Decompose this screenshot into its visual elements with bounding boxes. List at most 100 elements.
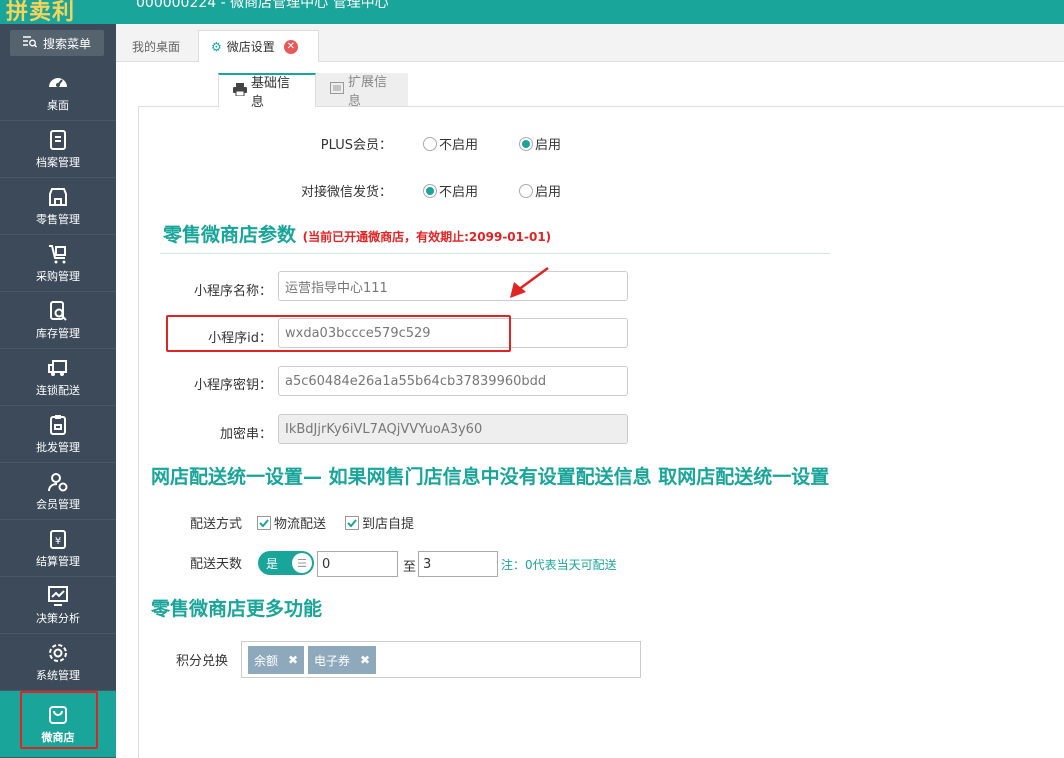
sidebar-item-inventory[interactable]: 库存管理: [0, 292, 116, 349]
retail-params-title: 零售微商店参数 (当前已开通微商店，有效期止:2099-01-01): [163, 220, 551, 247]
cart-icon: [49, 245, 66, 264]
sidebar-item-label: 会员管理: [36, 498, 80, 511]
member-icon: [48, 473, 68, 492]
wechat-on-radio[interactable]: 启用: [519, 181, 561, 200]
sidebar-item-label: 连锁配送: [36, 384, 80, 397]
delivery-days-toggle[interactable]: 是 ☰: [258, 551, 314, 575]
delivery-days-note: 注：0代表当天可配送: [501, 558, 617, 572]
tab-desktop-label: 我的桌面: [132, 39, 181, 54]
tab-shop-settings[interactable]: ⚙ 微店设置 ✕: [198, 30, 319, 62]
miniapp-secret-input[interactable]: a5c60484e26a1a55b64cb37839960bdd: [278, 366, 628, 396]
highlight-box-miniapp-id: [166, 315, 511, 352]
sidebar-item-archive[interactable]: 档案管理: [0, 121, 116, 178]
close-icon[interactable]: ✕: [283, 39, 298, 54]
sidebar-item-label: 零售管理: [36, 213, 80, 226]
encrypt-string-input: IkBdJjrKy6iVL7AQjVVYuoA3y60: [278, 414, 628, 444]
radio-dot: [423, 136, 437, 151]
tab-desktop[interactable]: 我的桌面: [120, 30, 192, 62]
checkbox-label: 物流配送: [274, 517, 327, 532]
radio-label: 启用: [535, 185, 562, 200]
sidebar-item-purchase[interactable]: 采购管理: [0, 235, 116, 292]
subtab-basic-label: 基础信息: [251, 76, 291, 110]
sidebar-item-label: 系统管理: [36, 669, 80, 682]
days-from-input[interactable]: 0: [317, 551, 398, 577]
search-menu-label: 搜索菜单: [42, 36, 91, 51]
top-bar: 拼卖利 000000224 - 微商店管理中心 管理中心: [0, 0, 1064, 25]
tag-label: 余额: [254, 653, 279, 668]
truck-icon: [48, 360, 67, 376]
more-features-title: 零售微商店更多功能: [151, 598, 323, 620]
sidebar-item-label: 采购管理: [36, 270, 80, 283]
logistics-checkbox[interactable]: 物流配送: [257, 513, 326, 532]
sidebar: 搜索菜单 桌面 档案管理 零售管理 采购管理 库存管理 连锁配送 批发管理 会员…: [0, 24, 116, 758]
retail-params-heading: 零售微商店参数: [163, 224, 297, 246]
delivery-days-label: 配送天数: [189, 557, 242, 572]
sidebar-item-label: 库存管理: [36, 327, 80, 340]
app-logo: 拼卖利: [6, 0, 76, 25]
checkbox-box: [257, 515, 271, 530]
sidebar-item-chain-delivery[interactable]: 连锁配送: [0, 349, 116, 406]
wechat-off-radio[interactable]: 不启用: [423, 181, 478, 200]
sidebar-item-label: 决策分析: [36, 612, 80, 625]
menu-search-icon: [22, 35, 37, 51]
sidebar-item-retail[interactable]: 零售管理: [0, 178, 116, 235]
tag-e-coupon: 电子券 ✖: [308, 646, 377, 674]
to-label: 至: [402, 560, 416, 575]
subtab-extended-info[interactable]: 扩展信息: [316, 73, 408, 109]
sidebar-item-system[interactable]: 系统管理: [0, 634, 116, 691]
radio-label: 不启用: [439, 185, 479, 200]
section-divider: [160, 253, 830, 254]
checkbox-box: [345, 515, 359, 530]
points-exchange-tag-input[interactable]: 余额 ✖ 电子券 ✖: [241, 641, 641, 678]
miniapp-secret-label: 小程序密钥：: [193, 378, 272, 393]
sidebar-item-label: 批发管理: [36, 441, 80, 454]
archive-icon: [50, 130, 66, 150]
pickup-checkbox[interactable]: 到店自提: [345, 513, 414, 532]
settlement-icon: ¥: [50, 530, 66, 549]
gear-icon: ⚙: [211, 39, 222, 54]
tag-label: 电子券: [314, 653, 351, 668]
list-icon: [330, 82, 344, 98]
plus-member-label: PLUS会员：: [320, 138, 392, 153]
checkbox-label: 到店自提: [362, 517, 415, 532]
annotation-arrow-icon: [510, 266, 549, 298]
sidebar-item-member[interactable]: 会员管理: [0, 463, 116, 520]
inventory-icon: [50, 301, 67, 321]
sidebar-item-label: 桌面: [47, 99, 69, 112]
points-exchange-label: 积分兑换: [175, 654, 228, 669]
plus-off-radio[interactable]: 不启用: [423, 134, 478, 153]
retail-params-note: (当前已开通微商店，有效期止:2099-01-01): [302, 230, 552, 244]
svg-text:¥: ¥: [55, 536, 61, 547]
sidebar-item-label: 结算管理: [36, 555, 80, 568]
dashboard-icon: [49, 78, 67, 87]
encrypt-string-label: 加密串：: [219, 427, 272, 442]
radio-label: 不启用: [439, 138, 479, 153]
radio-label: 启用: [535, 138, 562, 153]
remove-icon[interactable]: ✖: [288, 653, 298, 667]
highlight-box-microshop: [20, 691, 98, 749]
sidebar-item-desktop[interactable]: 桌面: [0, 64, 116, 121]
miniapp-name-input[interactable]: 运营指导中心111: [278, 271, 628, 301]
sidebar-item-settlement[interactable]: ¥ 结算管理: [0, 520, 116, 577]
subtab-basic-info[interactable]: 基础信息: [218, 73, 316, 110]
sidebar-item-label: 档案管理: [36, 156, 80, 169]
radio-dot: [423, 183, 437, 198]
remove-icon[interactable]: ✖: [360, 653, 370, 667]
delivery-method-label: 配送方式: [189, 517, 242, 532]
radio-dot: [519, 136, 533, 151]
sidebar-item-analysis[interactable]: 决策分析: [0, 577, 116, 634]
delivery-section-title: 网店配送统一设置— 如果网售门店信息中没有设置配送信息 取网店配送统一设置: [151, 466, 830, 488]
subtab-extended-label: 扩展信息: [348, 75, 388, 109]
gear-icon: [49, 644, 67, 662]
tab-bar: 我的桌面 ⚙ 微店设置 ✕: [116, 24, 1064, 62]
days-to-input[interactable]: 3: [418, 551, 498, 577]
sidebar-item-wholesale[interactable]: 批发管理: [0, 406, 116, 463]
tag-balance: 余额 ✖: [248, 646, 305, 674]
radio-dot: [519, 183, 533, 198]
toggle-label: 是: [266, 556, 279, 571]
app-title: 000000224 - 微商店管理中心 管理中心: [136, 0, 389, 11]
printer-icon: [233, 82, 247, 100]
wechat-shipping-label: 对接微信发货：: [300, 185, 392, 200]
plus-on-radio[interactable]: 启用: [519, 134, 561, 153]
search-menu-button[interactable]: 搜索菜单: [10, 30, 104, 56]
